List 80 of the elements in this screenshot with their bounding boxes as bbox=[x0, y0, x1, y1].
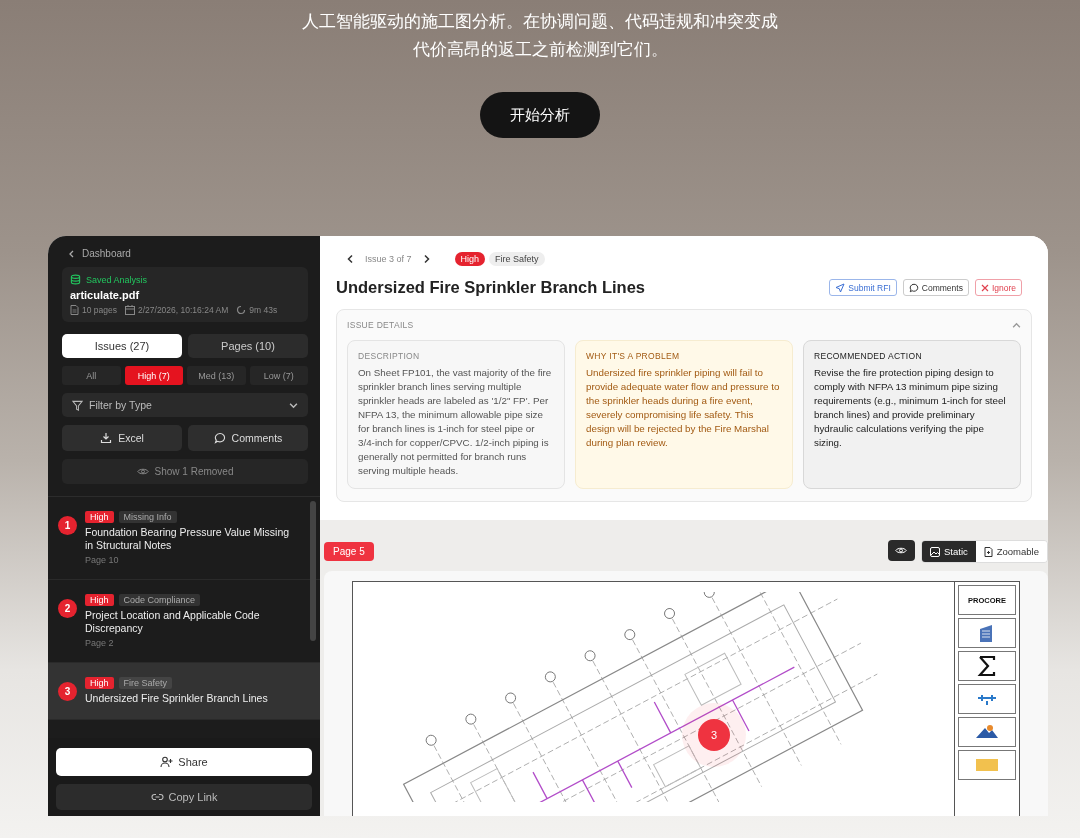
chat-bubble-icon bbox=[908, 282, 919, 293]
issue-page: Page 10 bbox=[85, 555, 120, 565]
share-button[interactable]: Share bbox=[56, 748, 312, 776]
scrollbar[interactable] bbox=[310, 501, 316, 641]
hero-tagline: 人工智能驱动的施工图分析。在协调问题、代码违规和冲突变成代价高昂的返工之前检测到它们。 bbox=[301, 11, 779, 61]
pipe-logo-icon bbox=[976, 692, 998, 706]
issue-number: 2 bbox=[58, 599, 77, 618]
back-link[interactable]: Dashboard bbox=[62, 248, 308, 259]
severity-tag: High bbox=[85, 511, 114, 523]
meta-pages: 10 pages bbox=[82, 305, 117, 315]
severity-filter[interactable]: High (7) bbox=[124, 366, 183, 385]
document-icon bbox=[70, 305, 79, 315]
logo-icon bbox=[975, 758, 999, 772]
issue-position: Issue 3 of 7 bbox=[365, 254, 412, 264]
issue-heading: Undersized Fire Sprinkler Branch Lines bbox=[336, 278, 645, 297]
image-icon bbox=[930, 546, 940, 557]
issue-marker: 3 bbox=[698, 719, 730, 751]
view-mode-tab[interactable]: Static bbox=[922, 541, 976, 562]
chevron-left-icon bbox=[68, 249, 76, 258]
chevron-down-icon bbox=[289, 400, 298, 410]
database-icon bbox=[70, 274, 81, 285]
card-heading: RECOMMENDED ACTION bbox=[814, 351, 923, 361]
type-filter-placeholder: Filter by Type bbox=[89, 399, 153, 411]
comments-button[interactable]: Comments bbox=[188, 425, 308, 451]
ignore-button[interactable]: Ignore bbox=[974, 279, 1022, 296]
view-mode-tab[interactable]: Zoomable bbox=[975, 541, 1047, 562]
severity-filter[interactable]: All bbox=[62, 366, 121, 385]
issue-title: Undersized Fire Sprinkler Branch Lines bbox=[85, 692, 268, 705]
category-tag: Fire Safety bbox=[118, 677, 173, 689]
page-badge: Page 5 bbox=[324, 542, 374, 561]
category-badge: Fire Safety bbox=[489, 252, 545, 266]
file-name: articulate.pdf bbox=[70, 289, 141, 301]
card-text: On Sheet FP101, the vast majority of the fire sprinkler branch lines serving multiple sprinkler heads are labeled as '1/2" FP'. Per NFPA 13, the minimum allowable pipe size for branch lines is 1-inch for steel pipe or 3/4-inch for copper/CPVC. 1/2-inch piping is generally not permitted for branch runs serving multiple heads. bbox=[358, 366, 553, 478]
excel-button[interactable]: Excel bbox=[62, 425, 182, 451]
category-tag: Code Compliance bbox=[118, 594, 201, 606]
chat-bubble-icon bbox=[213, 432, 226, 444]
meta-date: 2/27/2026, 10:16:24 AM bbox=[138, 305, 229, 315]
collapse-chevron-icon[interactable] bbox=[1012, 320, 1021, 330]
severity-filter[interactable]: Low (7) bbox=[249, 366, 308, 385]
rfi-button[interactable]: Submit RFI bbox=[829, 279, 897, 296]
document-plus-icon bbox=[983, 546, 993, 557]
visibility-button[interactable] bbox=[888, 540, 915, 561]
previous-icon[interactable] bbox=[346, 254, 355, 264]
issue-number: 1 bbox=[58, 516, 77, 535]
card-text: Undersized fire sprinkler piping will fail to provide adequate water flow and pressure to the sprinkler heads during a fire event, severely compromising life safety. This design will be rejected by the Fire Marshal during plan review. bbox=[586, 366, 781, 450]
severity-tag: High bbox=[85, 677, 114, 689]
close-icon bbox=[980, 283, 989, 292]
comments-button[interactable]: Comments bbox=[902, 279, 969, 296]
card-heading: WHY IT'S A PROBLEM bbox=[586, 351, 681, 361]
copy-link-button[interactable]: Copy Link bbox=[56, 784, 312, 810]
severity-badge: High bbox=[454, 252, 486, 266]
show-removed-button[interactable]: Show 1 Removed bbox=[62, 459, 308, 484]
start-analysis-button[interactable]: 开始分析 bbox=[480, 92, 600, 138]
calendar-icon bbox=[125, 305, 135, 315]
download-icon bbox=[100, 432, 113, 444]
issue-number: 3 bbox=[58, 682, 77, 701]
category-tag: Missing Info bbox=[118, 511, 177, 523]
card-text: Revise the fire protection piping design to comply with NFPA 13 minimum pipe sizing requirements (e.g., minimum 1-inch for steel branch lines) and provide preliminary hydraulic calculations verifying the pipe sizing. bbox=[814, 366, 1007, 450]
card-heading: DESCRIPTION bbox=[358, 351, 421, 361]
sidebar-tab[interactable]: Issues (27) bbox=[62, 334, 182, 358]
type-filter-dropdown[interactable]: Filter by Type bbox=[62, 393, 308, 417]
funnel-icon bbox=[72, 399, 83, 411]
eye-icon bbox=[136, 467, 149, 476]
eye-icon bbox=[895, 546, 908, 555]
user-plus-icon bbox=[160, 756, 174, 768]
paper-plane-icon bbox=[835, 282, 846, 293]
issue-list-item[interactable]: 3 High Fire Safety Undersized Fire Sprinkler Branch Lines bbox=[48, 663, 320, 720]
issue-title: Project Location and Applicable Code Discrepancy bbox=[85, 609, 261, 635]
sigma-icon bbox=[977, 655, 997, 677]
sidebar-tab[interactable]: Pages (10) bbox=[188, 334, 308, 358]
meta-duration: 9m 43s bbox=[249, 305, 278, 315]
severity-tag: High bbox=[85, 594, 114, 606]
issue-title: Foundation Bearing Pressure Value Missing in Structural Notes bbox=[85, 526, 291, 552]
spinner-icon bbox=[236, 305, 247, 315]
details-heading: ISSUE DETAILS bbox=[347, 320, 414, 330]
severity-filter[interactable]: Med (13) bbox=[187, 366, 246, 385]
link-icon bbox=[150, 793, 164, 801]
issue-page: Page 2 bbox=[85, 638, 115, 648]
saved-label: Saved Analysis bbox=[86, 274, 148, 285]
mountain-logo-icon bbox=[975, 724, 999, 740]
